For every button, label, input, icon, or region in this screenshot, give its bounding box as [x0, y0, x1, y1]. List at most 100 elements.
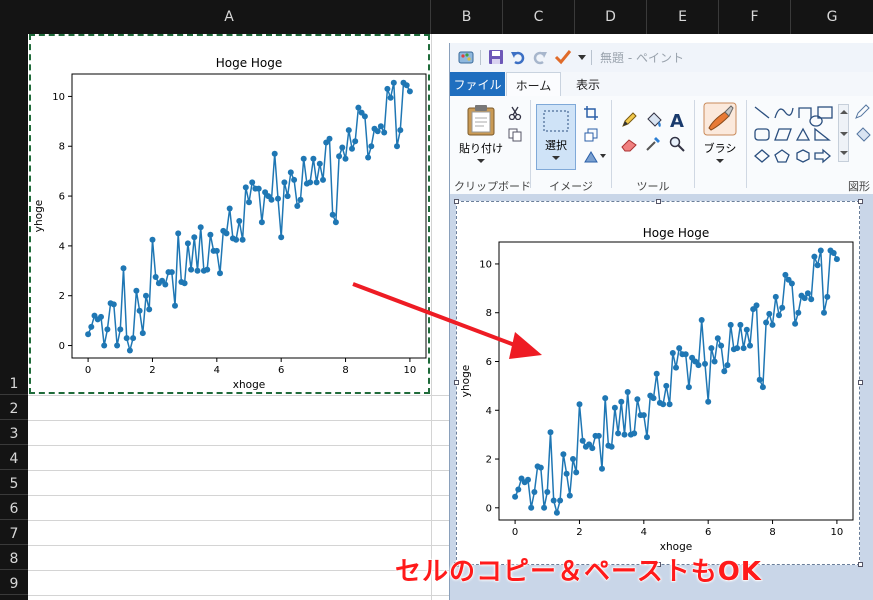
- row-header-2[interactable]: 2: [0, 395, 28, 420]
- data-point: [653, 370, 660, 377]
- data-point: [345, 127, 352, 134]
- data-point: [589, 445, 596, 452]
- pencil-icon[interactable]: [621, 112, 637, 128]
- paste-button[interactable]: 貼り付け: [456, 102, 506, 172]
- data-point: [570, 456, 576, 462]
- row-header-9[interactable]: 9: [0, 570, 28, 595]
- data-point: [515, 486, 522, 493]
- data-point: [133, 287, 140, 294]
- divider: [530, 100, 531, 188]
- resize-icon[interactable]: [584, 128, 598, 142]
- data-point: [143, 292, 149, 299]
- column-header-b[interactable]: B: [431, 0, 503, 34]
- data-point: [101, 342, 108, 349]
- data-point: [811, 253, 818, 260]
- column-header-e[interactable]: E: [647, 0, 719, 34]
- resize-handle[interactable]: [656, 199, 661, 204]
- resize-handle[interactable]: [858, 562, 863, 567]
- ribbon-tabs: ファイル ホーム 表示: [450, 72, 873, 97]
- data-point: [149, 236, 156, 243]
- x-tick-label: 6: [278, 365, 284, 376]
- x-axis-label: xhoge: [233, 379, 265, 391]
- data-point: [130, 335, 137, 342]
- gridline: [28, 445, 449, 446]
- data-point: [602, 395, 609, 402]
- x-tick-label: 0: [85, 365, 91, 376]
- shapes-gallery[interactable]: [752, 104, 836, 164]
- scroll-arrows-icon: [840, 110, 848, 155]
- x-tick-label: 4: [214, 365, 220, 376]
- resize-handle[interactable]: [454, 199, 459, 204]
- data-point: [233, 236, 240, 243]
- undo-icon[interactable]: [510, 49, 526, 65]
- save-icon[interactable]: [488, 49, 504, 65]
- shape-fill-icon[interactable]: [854, 126, 872, 142]
- row-header-6[interactable]: 6: [0, 495, 28, 520]
- data-point: [599, 465, 605, 472]
- copy-icon[interactable]: [508, 128, 522, 142]
- data-point: [117, 326, 124, 333]
- data-point: [779, 304, 786, 311]
- column-header-f[interactable]: F: [719, 0, 791, 34]
- magnifier-icon[interactable]: [669, 136, 685, 152]
- tab-file[interactable]: ファイル: [450, 72, 505, 96]
- data-point: [737, 321, 744, 328]
- shapes-scrollbar[interactable]: [838, 104, 849, 162]
- data-point: [801, 295, 808, 302]
- resize-handle[interactable]: [858, 380, 863, 385]
- data-point: [766, 310, 773, 317]
- paint-app-icon[interactable]: [458, 49, 476, 65]
- checkmark-icon[interactable]: [554, 48, 572, 66]
- data-point: [297, 196, 304, 203]
- scissors-icon[interactable]: [508, 106, 522, 120]
- data-point: [168, 269, 175, 276]
- data-point: [756, 376, 763, 383]
- data-point: [544, 489, 551, 495]
- outline-icon[interactable]: [854, 104, 872, 120]
- data-point: [271, 150, 278, 157]
- data-point: [611, 404, 618, 411]
- data-point: [184, 240, 191, 247]
- resize-handle[interactable]: [858, 199, 863, 204]
- x-tick-label: 0: [512, 527, 518, 538]
- column-header-a[interactable]: A: [28, 0, 431, 34]
- resize-handle[interactable]: [454, 380, 459, 385]
- row-header-8[interactable]: 8: [0, 545, 28, 570]
- brush-button[interactable]: ブラシ: [698, 102, 742, 172]
- data-point: [320, 176, 326, 183]
- row-header-7[interactable]: 7: [0, 520, 28, 545]
- eraser-icon[interactable]: [621, 138, 637, 152]
- select-button[interactable]: 選択: [536, 104, 576, 170]
- fill-bucket-icon[interactable]: [645, 111, 663, 129]
- data-point: [759, 384, 766, 391]
- column-header-c[interactable]: C: [503, 0, 575, 34]
- paint-canvas[interactable]: Hoge Hoge 0 2 4 6 8 10 0 2 4 6 8 10 xhoge yhoge: [456, 201, 860, 565]
- column-header-g[interactable]: G: [791, 0, 873, 34]
- y-tick-label: 8: [486, 308, 492, 319]
- copied-chart-cell-selection[interactable]: Hoge Hoge 0 2 4 6 8 10 0 2 4 6 8 10 xhoge yhoge: [29, 34, 430, 394]
- data-point: [349, 145, 355, 152]
- row-header-1[interactable]: 1: [0, 34, 28, 395]
- row-header-5[interactable]: 5: [0, 470, 28, 495]
- data-point: [377, 123, 384, 130]
- color-picker-icon[interactable]: [645, 136, 661, 152]
- column-header-d[interactable]: D: [575, 0, 647, 34]
- row-header-4[interactable]: 4: [0, 445, 28, 470]
- data-point: [139, 330, 146, 337]
- brush-label: ブラシ: [703, 142, 737, 155]
- redo-icon[interactable]: [532, 49, 548, 65]
- group-label-clipboard: クリップボード: [454, 180, 531, 193]
- data-point: [342, 155, 349, 162]
- x-tick-label: 10: [831, 527, 844, 538]
- chevron-down-icon[interactable]: [577, 52, 587, 62]
- tab-home[interactable]: ホーム: [506, 72, 561, 97]
- data-point: [104, 326, 111, 333]
- text-tool-icon[interactable]: A: [669, 110, 687, 130]
- row-header-3[interactable]: 3: [0, 420, 28, 445]
- data-point: [110, 301, 117, 308]
- rotate-icon[interactable]: [584, 150, 606, 164]
- data-point: [666, 401, 673, 408]
- data-point: [284, 193, 291, 200]
- crop-icon[interactable]: [584, 106, 598, 120]
- tab-view[interactable]: 表示: [562, 72, 614, 96]
